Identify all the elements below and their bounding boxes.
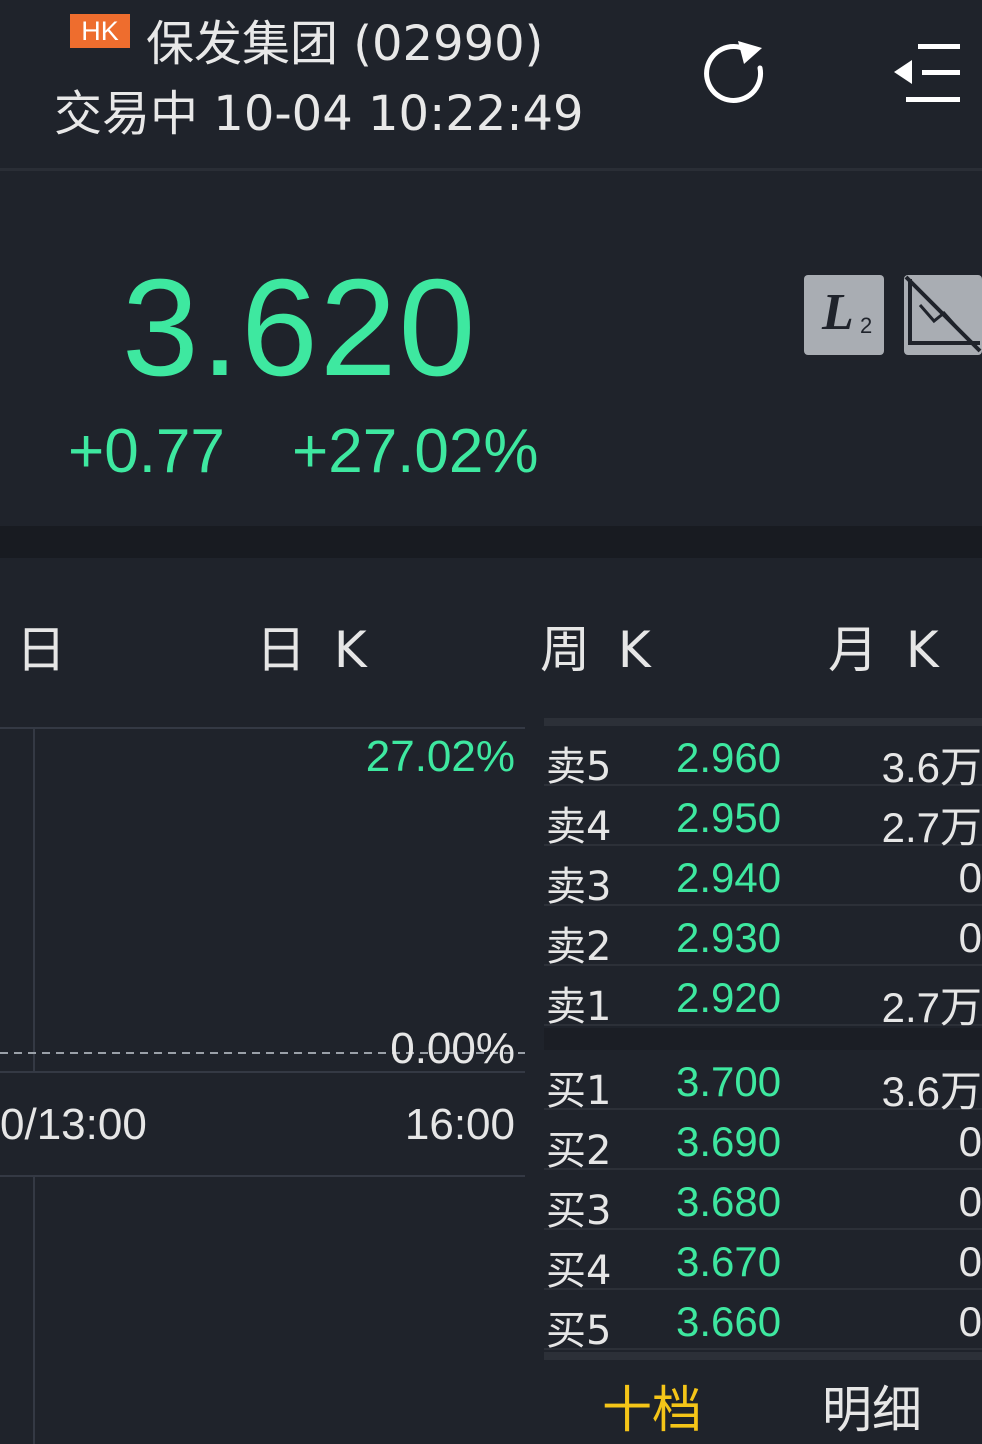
ask-volume: 0 (958, 914, 982, 961)
bid-row: 买1 3.700 3.6万 (544, 1050, 982, 1115)
status-datetime: 10-04 10:22:49 (213, 86, 584, 142)
bid-price: 3.660 (676, 1298, 782, 1345)
bid-price: 3.700 (676, 1058, 782, 1105)
market-badge: HK (70, 14, 130, 48)
bid-volume: 0 (958, 1118, 982, 1165)
ask-volume: 0 (958, 854, 982, 901)
bid-price: 3.670 (676, 1238, 782, 1285)
chart-off-icon (904, 275, 982, 353)
tab-daily-k[interactable]: 日 K (256, 610, 373, 682)
ask-price: 2.930 (676, 914, 782, 961)
section-separator (0, 526, 982, 558)
level2-subscript: 2 (860, 313, 873, 338)
price-change-percent: +27.02% (292, 417, 539, 486)
bid-label: 买2 (546, 1128, 612, 1174)
ask-label: 卖3 (546, 864, 612, 910)
stock-name: 保发集团 (02990) (146, 16, 544, 72)
ask-row: 卖3 2.940 0 (544, 846, 982, 910)
bid-row: 买5 3.660 0 (544, 1290, 982, 1354)
trading-status: 交易中 10-04 10:22:49 (54, 74, 584, 144)
bid-label: 买4 (546, 1248, 612, 1294)
bid-price: 3.690 (676, 1118, 782, 1165)
bid-price: 3.680 (676, 1178, 782, 1225)
bid-row: 买4 3.670 0 (544, 1230, 982, 1294)
chart-toggle-button[interactable] (904, 275, 982, 355)
chart-time-right: 16:00 (404, 1100, 515, 1149)
chart-zero-percent: 0.00% (390, 1024, 515, 1073)
menu-collapse-icon[interactable] (892, 40, 962, 106)
bid-row: 买3 3.680 0 (544, 1170, 982, 1234)
bid-label: 买3 (546, 1188, 612, 1234)
level2-button[interactable]: L 2 (804, 275, 884, 355)
tab-intraday[interactable]: 日 (16, 610, 72, 682)
tab-ten-levels[interactable]: 十档 (602, 1370, 702, 1442)
ask-row: 卖4 2.950 2.7万 (544, 786, 982, 851)
ask-label: 卖1 (546, 984, 612, 1030)
tab-monthly-k[interactable]: 月 K (828, 610, 945, 682)
ask-label: 卖4 (546, 804, 612, 850)
order-book-top-border (544, 718, 982, 726)
bid-volume: 0 (958, 1298, 982, 1345)
bid-label: 买5 (546, 1308, 612, 1354)
chart-max-percent: 27.02% (365, 732, 515, 781)
ask-label: 卖2 (546, 924, 612, 970)
ask-price: 2.920 (676, 974, 782, 1021)
bid-volume: 0 (958, 1178, 982, 1225)
quote-panel: 3.620 +0.77 +27.02% L 2 (0, 171, 982, 526)
bid-volume: 0 (958, 1238, 982, 1285)
ask-row: 卖2 2.930 0 (544, 906, 982, 970)
ask-row: 卖5 2.960 3.6万 (544, 726, 982, 791)
tab-weekly-k[interactable]: 周 K (540, 610, 657, 682)
order-book: 卖5 2.960 3.6万 卖4 2.950 2.7万 卖3 2.940 0 卖… (544, 718, 982, 1444)
refresh-icon[interactable] (700, 38, 772, 110)
ask-price: 2.950 (676, 794, 782, 841)
level2-icon: L (822, 284, 854, 341)
price-change: +0.77 (68, 417, 225, 486)
header-bar: HK 保发集团 (02990) 交易中 10-04 10:22:49 (0, 0, 982, 168)
intraday-chart[interactable]: 27.02% 0.00% 0/13:00 16:00 (0, 718, 525, 1444)
bid-row: 买2 3.690 0 (544, 1110, 982, 1174)
chart-period-tabs: 日 日 K 周 K 月 K (0, 558, 982, 718)
tab-trade-details[interactable]: 明细 (822, 1370, 922, 1442)
ask-volume: 2.7万 (881, 984, 982, 1031)
current-price: 3.620 (122, 251, 478, 405)
ask-row: 卖1 2.920 2.7万 (544, 966, 982, 1031)
ask-bid-separator (544, 1028, 982, 1050)
order-book-bottom-border (544, 1352, 982, 1360)
ask-price: 2.960 (676, 734, 782, 781)
status-label: 交易中 (54, 86, 199, 142)
bid-label: 买1 (546, 1068, 612, 1114)
ask-label: 卖5 (546, 744, 612, 790)
ask-price: 2.940 (676, 854, 782, 901)
chart-time-left: 0/13:00 (0, 1100, 147, 1149)
